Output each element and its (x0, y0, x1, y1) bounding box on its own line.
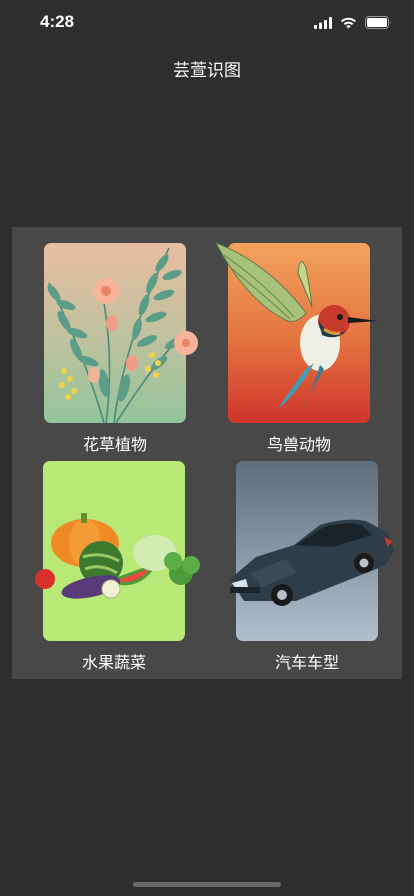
status-bar: 4:28 (0, 0, 414, 44)
screen: 4:28 芸萱识图 花草植物 鸟兽动物 水果蔬菜 汽车车型 (0, 0, 414, 896)
battery-icon (365, 14, 392, 33)
card-image (214, 242, 378, 423)
status-time: 4:28 (40, 12, 75, 31)
card-image (35, 461, 200, 641)
signal-icon (314, 14, 332, 33)
category-label: 汽车车型 (274, 653, 339, 672)
card-image (230, 461, 394, 641)
category-card-cars[interactable]: 汽车车型 (230, 461, 394, 672)
flowers-icon (47, 247, 198, 424)
category-label: 水果蔬菜 (81, 653, 146, 672)
card-image (44, 243, 198, 424)
category-grid: 花草植物 鸟兽动物 水果蔬菜 汽车车型 (12, 227, 402, 679)
category-card-plants[interactable]: 花草植物 (44, 243, 198, 454)
category-card-animals[interactable]: 鸟兽动物 (214, 242, 378, 454)
page-title: 芸萱识图 (173, 61, 241, 81)
fruits-vegetables-icon (35, 513, 200, 599)
hummingbird-icon (214, 242, 378, 413)
wifi-icon (340, 14, 357, 33)
category-card-fruits[interactable]: 水果蔬菜 (35, 461, 200, 672)
status-icons (314, 14, 392, 33)
home-indicator[interactable] (133, 882, 281, 887)
car-icon (230, 519, 394, 606)
